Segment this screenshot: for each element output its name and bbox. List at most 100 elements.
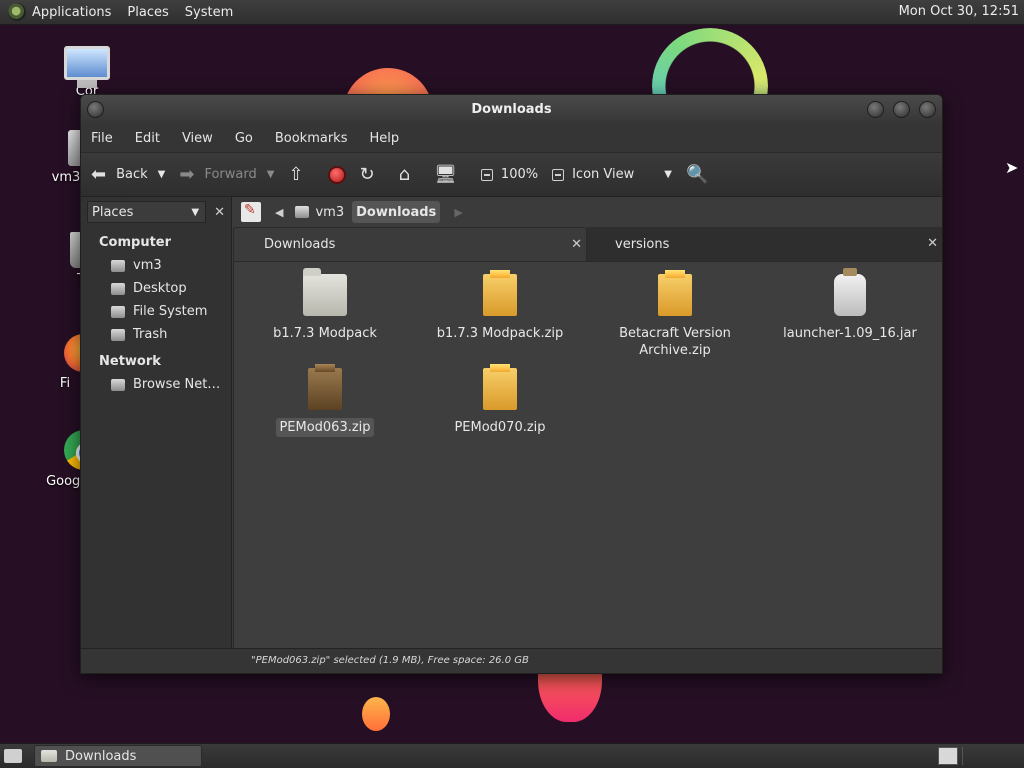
menu-go[interactable]: Go — [235, 131, 253, 146]
close-icon[interactable]: ✕ — [571, 237, 582, 252]
breadcrumb-label: Downloads — [356, 204, 437, 220]
menu-bookmarks[interactable]: Bookmarks — [275, 131, 348, 146]
archive-icon — [308, 368, 342, 410]
view-mode-selector[interactable]: Icon View ▼ — [552, 167, 672, 182]
menu-view[interactable]: View — [182, 131, 213, 146]
menu-file[interactable]: File — [91, 131, 113, 146]
wallpaper-shape — [362, 697, 390, 731]
applications-menu[interactable]: Applications — [32, 5, 111, 20]
forward-arrow-icon: ➡ — [179, 164, 195, 185]
sidebar-item-label: Desktop — [133, 281, 187, 296]
forward-label: Forward — [204, 167, 257, 182]
file-name: Betacraft Version Archive.zip — [619, 326, 731, 358]
file-name: launcher-1.09_16.jar — [783, 326, 917, 341]
path-bar: ◀ vm3 Downloads ▶ — [233, 197, 942, 227]
stop-button[interactable] — [327, 165, 346, 184]
sidebar-item-browse-network[interactable]: Browse Net… — [81, 373, 231, 396]
tab-versions[interactable]: versions ✕ — [587, 227, 942, 261]
back-history-dropdown[interactable]: ▼ — [158, 169, 166, 180]
maximize-button[interactable] — [893, 101, 910, 118]
view-mode-label: Icon View — [572, 167, 635, 182]
workspace-2[interactable] — [962, 747, 1020, 765]
archive-icon — [658, 274, 692, 316]
mouse-pointer-icon: ➤ — [1005, 158, 1019, 177]
home-button[interactable]: ⌂ — [399, 164, 420, 185]
bottom-panel: Downloads — [0, 743, 1024, 768]
computer-button[interactable]: 🖥 — [434, 164, 467, 185]
close-icon[interactable]: ✕ — [214, 205, 225, 220]
sidebar-item-trash[interactable]: Trash — [81, 323, 231, 346]
search-button[interactable]: 🔍 — [686, 164, 718, 185]
window-titlebar[interactable]: Downloads — [81, 95, 942, 125]
toolbar: ⬅ Back ▼ ➡ Forward ▼ ⇧ ↻ ⌂ 🖥 100% Icon V… — [81, 152, 942, 197]
system-menu[interactable]: System — [185, 5, 233, 20]
main-pane: ◀ vm3 Downloads ▶ Downloads ✕ versions ✕ — [233, 197, 942, 650]
file-name: b1.7.3 Modpack.zip — [436, 326, 564, 341]
window-menu-button[interactable] — [87, 101, 104, 118]
sidebar-item-desktop[interactable]: Desktop — [81, 277, 231, 300]
show-desktop-icon[interactable] — [4, 749, 22, 763]
file-item[interactable]: b1.7.3 Modpack — [240, 268, 410, 343]
close-button[interactable] — [919, 101, 936, 118]
sidebar-item-vm3[interactable]: vm3 — [81, 254, 231, 277]
side-pane-header: Places ▼ ✕ — [81, 197, 231, 227]
side-pane-selector[interactable]: Places ▼ — [87, 201, 207, 223]
home-folder-icon — [295, 206, 310, 218]
window-title: Downloads — [471, 102, 552, 117]
desktop-icon-computer[interactable]: Cor — [42, 46, 132, 99]
side-pane: Places ▼ ✕ Computer vm3 Desktop File Sys… — [81, 197, 232, 650]
places-menu[interactable]: Places — [127, 5, 168, 20]
zoom-control[interactable]: 100% — [480, 167, 539, 182]
clock[interactable]: Mon Oct 30, 12:51 — [899, 4, 1019, 19]
window-body: Places ▼ ✕ Computer vm3 Desktop File Sys… — [81, 197, 942, 650]
file-item[interactable]: launcher-1.09_16.jar — [765, 268, 935, 343]
close-icon[interactable]: ✕ — [927, 236, 938, 251]
search-icon: 🔍 — [685, 164, 709, 185]
up-arrow-icon: ⇧ — [288, 164, 304, 185]
taskbar-window-button[interactable]: Downloads — [34, 745, 202, 767]
file-name: PEMod063.zip — [276, 418, 374, 437]
distro-logo-icon[interactable] — [8, 3, 26, 21]
path-scroll-left-icon[interactable]: ◀ — [275, 206, 283, 219]
file-item[interactable]: PEMod070.zip — [415, 368, 585, 437]
zoom-out-icon[interactable] — [480, 168, 493, 181]
status-bar: "PEMod063.zip" selected (1.9 MB), Free s… — [81, 648, 942, 673]
sidebar-item-file-system[interactable]: File System — [81, 300, 231, 323]
breadcrumb-vm3[interactable]: vm3 — [291, 201, 348, 223]
reload-icon: ↻ — [359, 164, 375, 185]
home-folder-icon — [111, 259, 125, 272]
file-view[interactable]: b1.7.3 Modpack b1.7.3 Modpack.zip Betacr… — [233, 261, 942, 650]
edit-location-icon[interactable] — [241, 202, 261, 222]
folder-icon — [41, 750, 57, 762]
breadcrumb-downloads[interactable]: Downloads — [352, 201, 441, 223]
file-name: PEMod070.zip — [454, 420, 546, 435]
back-button[interactable]: ⬅ Back ▼ — [91, 164, 165, 185]
file-item-selected[interactable]: PEMod063.zip — [240, 368, 410, 437]
menubar: File Edit View Go Bookmarks Help — [81, 125, 942, 152]
file-item[interactable]: Betacraft Version Archive.zip — [590, 274, 760, 360]
file-name: b1.7.3 Modpack — [273, 326, 377, 341]
file-manager-window: Downloads File Edit View Go Bookmarks He… — [80, 94, 943, 674]
forward-history-dropdown[interactable]: ▼ — [267, 169, 275, 180]
file-item[interactable]: b1.7.3 Modpack.zip — [415, 274, 585, 343]
archive-icon — [483, 368, 517, 410]
up-button[interactable]: ⇧ — [288, 164, 313, 185]
minimize-button[interactable] — [867, 101, 884, 118]
sidebar-item-label: File System — [133, 304, 208, 319]
path-scroll-right-icon[interactable]: ▶ — [454, 206, 462, 219]
tab-label: versions — [615, 236, 670, 252]
chevron-down-icon: ▼ — [664, 169, 672, 180]
zoom-in-icon[interactable] — [552, 168, 565, 181]
workspace-1[interactable] — [938, 747, 958, 765]
tab-downloads[interactable]: Downloads ✕ — [233, 227, 587, 261]
zoom-level: 100% — [500, 167, 539, 182]
menu-help[interactable]: Help — [369, 131, 399, 146]
breadcrumb-label: vm3 — [315, 204, 345, 220]
menu-edit[interactable]: Edit — [135, 131, 160, 146]
back-label: Back — [116, 167, 148, 182]
stop-icon — [327, 165, 346, 184]
reload-button[interactable]: ↻ — [360, 164, 385, 185]
forward-button[interactable]: ➡ Forward ▼ — [179, 164, 274, 185]
chevron-down-icon: ▼ — [191, 206, 200, 218]
tab-bar: Downloads ✕ versions ✕ — [233, 227, 942, 261]
